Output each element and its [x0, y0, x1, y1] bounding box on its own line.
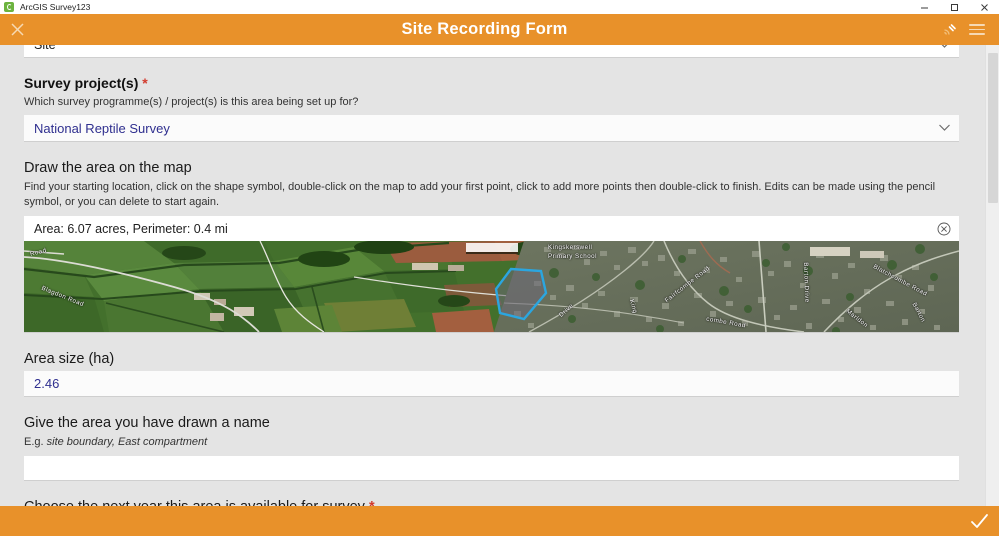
map-imagery — [24, 241, 959, 333]
question-draw-area: Draw the area on the map Find your start… — [24, 159, 959, 210]
next-year-label: Choose the next year this area is availa… — [24, 499, 365, 506]
chevron-down-icon — [938, 45, 951, 54]
checkmark-submit-icon — [971, 514, 988, 528]
map-canvas[interactable]: Road Blagdon Road Kingskerswell Primary … — [24, 241, 959, 333]
survey-project-hint: Which survey programme(s) / project(s) i… — [24, 95, 359, 108]
area-size-input[interactable]: 2.46 — [24, 371, 959, 398]
window-titlebar: ArcGIS Survey123 — [0, 0, 999, 15]
area-name-input[interactable] — [24, 456, 959, 482]
hamburger-menu-icon — [969, 21, 985, 38]
draw-area-hint: Find your starting location, click on th… — [24, 181, 936, 209]
map-measurement-bar: Area: 6.07 acres, Perimeter: 0.4 mi — [24, 216, 959, 242]
draw-area-title: Draw the area on the map — [24, 160, 192, 177]
area-name-title: Give the area you have drawn a name — [24, 415, 270, 432]
header-actions — [935, 14, 999, 45]
question-survey-project: Survey project(s) * Which survey program… — [24, 75, 959, 143]
area-name-hint-examples: site boundary, East compartment — [46, 436, 208, 449]
close-icon — [10, 23, 24, 36]
satellite-gps-icon — [944, 23, 956, 35]
site-group-label: Site — [34, 45, 56, 52]
arcgis-survey123-window: ArcGIS Survey123 Site Recording Form Sur… — [0, 0, 999, 536]
survey-project-title: Survey project(s) * — [24, 75, 959, 93]
question-next-year: Choose the next year this area is availa… — [24, 498, 959, 506]
survey-project-select[interactable]: National Reptile Survey — [24, 115, 959, 143]
question-area-size: Area size (ha) 2.46 — [24, 350, 959, 398]
question-area-name: Give the area you have drawn a name E.g.… — [24, 414, 959, 482]
area-size-title: Area size (ha) — [24, 351, 115, 368]
maximize-icon[interactable] — [939, 0, 969, 14]
vertical-scrollbar[interactable] — [985, 45, 999, 506]
area-name-hint-prefix: E.g. — [24, 436, 47, 449]
chevron-down-icon — [938, 119, 951, 137]
app-header: Site Recording Form — [0, 14, 999, 45]
map-measurement-text: Area: 6.07 acres, Perimeter: 0.4 mi — [34, 221, 228, 236]
survey-project-label: Survey project(s) — [24, 75, 139, 91]
satellite-gps-button[interactable] — [935, 14, 963, 45]
arcgis-survey123-icon — [4, 2, 14, 12]
form-footer — [0, 506, 999, 536]
window-title: ArcGIS Survey123 — [20, 2, 91, 12]
scrollbar-thumb[interactable] — [988, 53, 998, 203]
area-size-value: 2.46 — [34, 376, 60, 392]
next-year-title: Choose the next year this area is availa… — [24, 498, 959, 506]
close-icon[interactable] — [969, 0, 999, 14]
form-close-button[interactable] — [0, 14, 34, 45]
clear-circle-x-icon[interactable] — [937, 222, 951, 236]
form-scroll-area[interactable]: Site Survey project(s) * Which survey pr… — [0, 45, 999, 506]
required-asterisk: * — [369, 499, 375, 506]
required-asterisk: * — [142, 75, 148, 91]
area-name-hint: E.g. site boundary, East compartment — [24, 435, 959, 450]
menu-button[interactable] — [963, 14, 991, 45]
window-controls — [909, 0, 999, 14]
page-title: Site Recording Form — [401, 20, 568, 38]
submit-button[interactable] — [959, 506, 999, 536]
map-widget: Area: 6.07 acres, Perimeter: 0.4 mi Road… — [24, 216, 959, 334]
minimize-icon[interactable] — [909, 0, 939, 14]
site-group-field[interactable]: Site — [24, 45, 959, 58]
map-scalebar — [465, 243, 518, 255]
survey-project-value: National Reptile Survey — [34, 120, 170, 136]
